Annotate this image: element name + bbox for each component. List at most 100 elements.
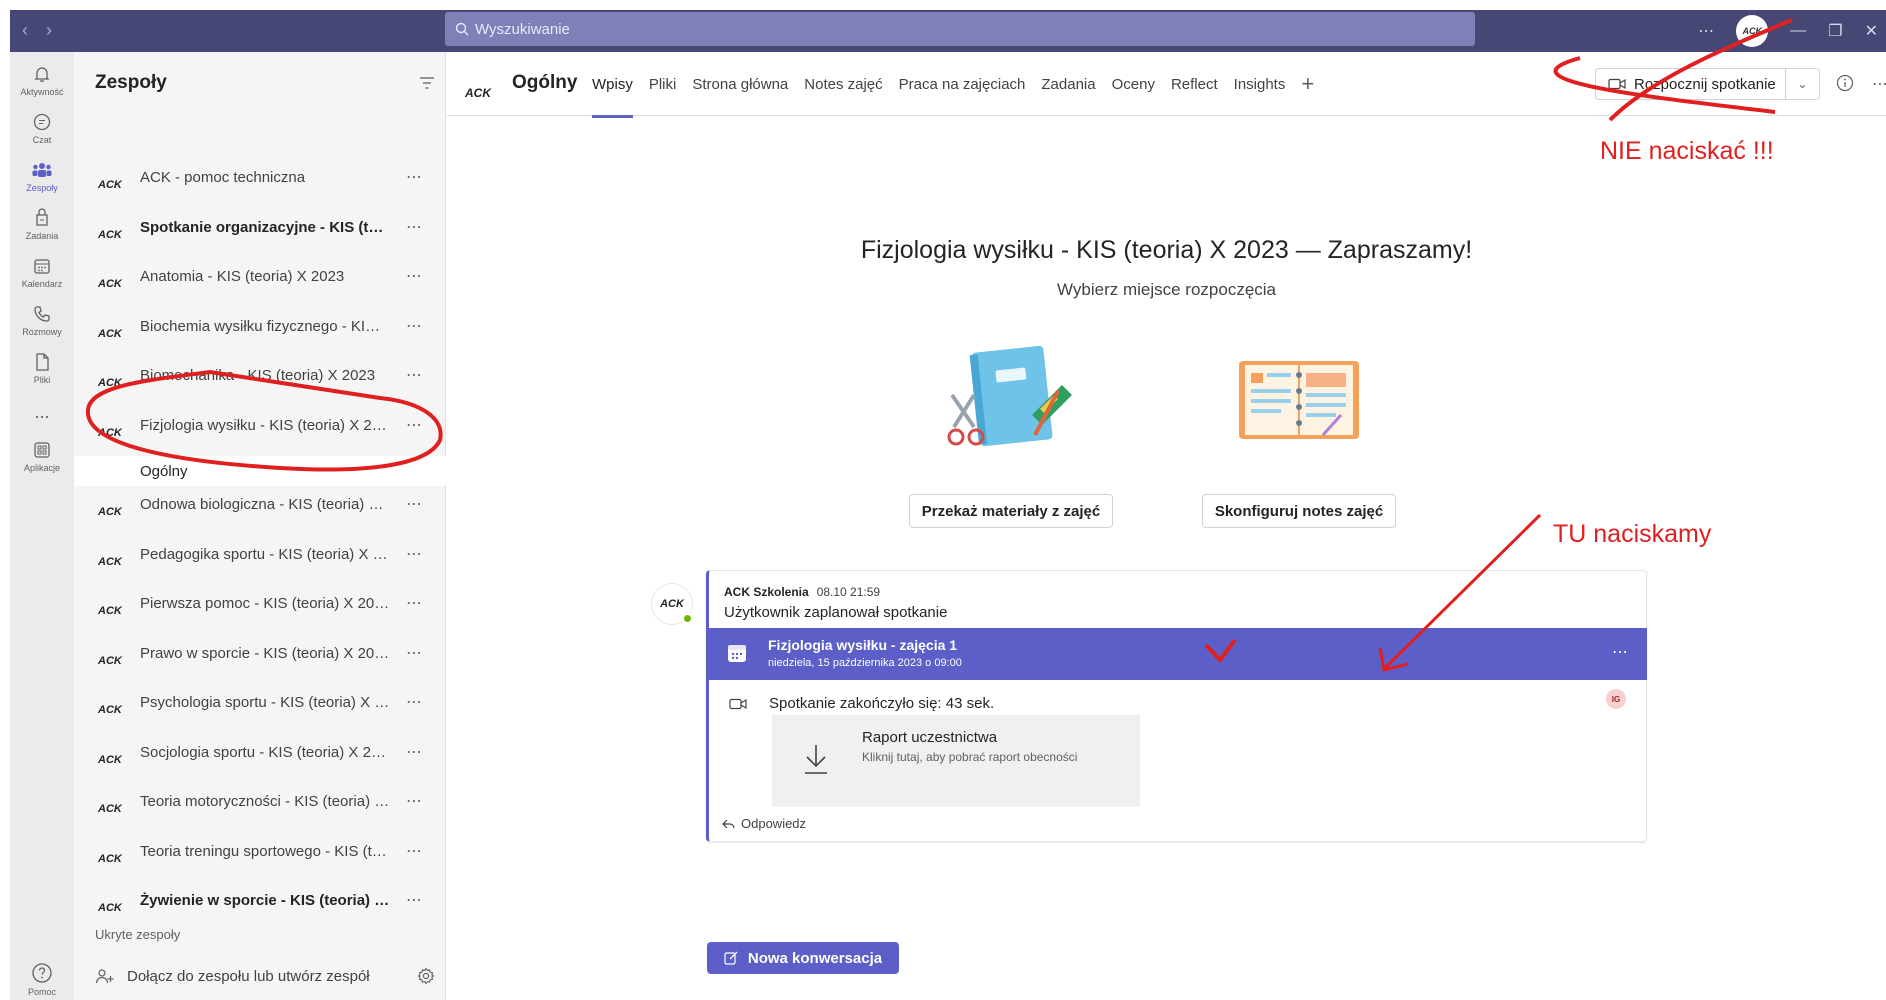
rail-item-activity[interactable]: Aktywność	[10, 64, 74, 97]
team-logo-icon: ACK	[98, 704, 122, 716]
app-rail: Aktywność Czat Zespoły Zadania Kalendarz…	[10, 52, 74, 1000]
search-input[interactable]: Wyszukiwanie	[445, 12, 1475, 46]
team-more-icon[interactable]: ⋯	[406, 544, 423, 564]
team-item[interactable]: ACK Teoria treningu sportowego - KIS (teo…	[74, 827, 446, 875]
setup-notebook-button[interactable]: Skonfiguruj notes zajęć	[1202, 494, 1396, 528]
start-meeting-main[interactable]: Rozpocznij spotkanie	[1596, 76, 1785, 93]
attendance-report-card[interactable]: Raport uczestnictwa Kliknij tutaj, aby p…	[772, 715, 1140, 807]
team-more-icon[interactable]: ⋯	[406, 593, 423, 613]
more-options-icon[interactable]: ⋯	[1872, 74, 1886, 94]
participant-avatar[interactable]: IG	[1606, 689, 1626, 709]
rail-item-chat[interactable]: Czat	[10, 112, 74, 145]
team-logo-icon: ACK	[98, 803, 122, 815]
rail-item-calendar[interactable]: Kalendarz	[10, 256, 74, 289]
team-item[interactable]: ACK Anatomia - KIS (teoria) X 2023 ⋯	[74, 252, 446, 300]
post-text: Użytkownik zaplanował spotkanie	[724, 604, 948, 621]
apps-icon	[34, 442, 50, 458]
team-item[interactable]: ACK Pierwsza pomoc - KIS (teoria) X 2023 ⋯	[74, 579, 446, 627]
report-title: Raport uczestnictwa	[862, 729, 998, 746]
gear-icon[interactable]	[417, 967, 435, 985]
channel-item-general[interactable]: Ogólny	[74, 456, 446, 486]
share-materials-button[interactable]: Przekaż materiały z zajęć	[909, 494, 1113, 528]
back-arrow-icon[interactable]: ‹	[22, 20, 28, 41]
info-icon[interactable]	[1836, 74, 1854, 92]
team-item[interactable]: ACK Prawo w sporcie - KIS (teoria) X 2023…	[74, 629, 446, 677]
team-more-icon[interactable]: ⋯	[406, 217, 423, 237]
calendar-icon	[34, 259, 50, 274]
tab-assignments[interactable]: Zadania	[1041, 76, 1095, 97]
team-more-icon[interactable]: ⋯	[406, 494, 423, 514]
team-item[interactable]: ACK ACK - pomoc techniczna ⋯	[74, 153, 446, 201]
video-camera-icon	[729, 698, 747, 709]
rail-item-teams[interactable]: Zespoły	[10, 160, 74, 193]
team-item[interactable]: ACK Psychologia sportu - KIS (teoria) X 2…	[74, 678, 446, 726]
filter-icon[interactable]	[419, 76, 435, 90]
join-team-row[interactable]: Dołącz do zespołu lub utwórz zespół	[95, 967, 435, 985]
team-item[interactable]: ACK Biochemia wysiłku fizycznego - KIS (t…	[74, 302, 446, 350]
new-conversation-button[interactable]: Nowa konwersacja	[707, 942, 899, 974]
team-more-icon[interactable]: ⋯	[406, 266, 423, 286]
team-more-icon[interactable]: ⋯	[406, 643, 423, 663]
minimize-icon[interactable]: —	[1790, 22, 1806, 40]
start-meeting-button[interactable]: Rozpocznij spotkanie ⌄	[1595, 68, 1820, 100]
presence-available-icon	[682, 613, 693, 624]
team-more-icon[interactable]: ⋯	[406, 890, 423, 910]
team-item[interactable]: ACK Teoria motoryczności - KIS (teoria) X…	[74, 777, 446, 825]
tab-home[interactable]: Strona główna	[692, 76, 788, 97]
video-camera-icon	[1608, 78, 1626, 90]
title-bar: ‹ › Wyszukiwanie ⋯ ACK — ❐ ✕	[10, 10, 1886, 52]
meeting-post: ACK Szkolenia 08.10 21:59 Użytkownik zapl…	[706, 570, 1647, 842]
avatar[interactable]: ACK	[1736, 15, 1769, 47]
team-more-icon[interactable]: ⋯	[406, 841, 423, 861]
close-icon[interactable]: ✕	[1865, 21, 1878, 41]
post-author-avatar: ACK	[651, 583, 693, 625]
team-item[interactable]: ACK Fizjologia wysiłku - KIS (teoria) X 2…	[74, 401, 446, 449]
team-item[interactable]: ACK Żywienie w sporcie - KIS (teoria) X .…	[74, 876, 446, 924]
add-tab-icon[interactable]: +	[1301, 71, 1314, 97]
tab-classwork[interactable]: Praca na zajęciach	[899, 76, 1026, 97]
forward-arrow-icon[interactable]: ›	[46, 20, 52, 41]
team-name: Psychologia sportu - KIS (teoria) X 20..…	[140, 693, 390, 711]
rail-item-help[interactable]: Pomoc	[10, 962, 74, 997]
rail-item-files[interactable]: Pliki	[10, 352, 74, 385]
team-item[interactable]: ACK Odnowa biologiczna - KIS (teoria) X 2…	[74, 480, 446, 528]
team-logo-icon: ACK	[98, 853, 122, 865]
assignments-icon	[36, 208, 48, 226]
reply-button[interactable]: Odpowiedz	[721, 816, 806, 831]
tab-reflect[interactable]: Reflect	[1171, 76, 1218, 97]
tab-files[interactable]: Pliki	[649, 76, 677, 97]
restore-icon[interactable]: ❐	[1828, 21, 1842, 41]
rail-item-more[interactable]: ...	[10, 402, 74, 423]
team-more-icon[interactable]: ⋯	[406, 167, 423, 187]
team-item[interactable]: ACK Pedagogika sportu - KIS (teoria) X 20…	[74, 530, 446, 578]
channel-header: ACK Ogólny Wpisy Pliki Strona główna Not…	[447, 52, 1886, 118]
team-item[interactable]: ACK Spotkanie organizacyjne - KIS (teo...…	[74, 203, 446, 251]
people-add-icon	[95, 969, 114, 984]
nav-arrows: ‹ ›	[22, 20, 52, 41]
team-more-icon[interactable]: ⋯	[406, 742, 423, 762]
file-icon	[36, 353, 49, 371]
tab-posts[interactable]: Wpisy	[592, 76, 633, 118]
meeting-event-card[interactable]: Fizjologia wysiłku - zajęcia 1 niedziela…	[706, 628, 1647, 680]
rail-item-assignments[interactable]: Zadania	[10, 208, 74, 241]
team-item[interactable]: ACK Socjologia sportu - KIS (teoria) X 20…	[74, 728, 446, 776]
team-more-icon[interactable]: ⋯	[406, 791, 423, 811]
tab-insights[interactable]: Insights	[1234, 76, 1286, 97]
rail-item-apps[interactable]: Aplikacje	[10, 440, 74, 473]
team-item[interactable]: ACK Biomechanika - KIS (teoria) X 2023 ⋯	[74, 351, 446, 399]
event-more-icon[interactable]: ⋯	[1612, 642, 1629, 662]
more-options-icon[interactable]: ⋯	[1698, 21, 1714, 41]
chevron-down-icon[interactable]: ⌄	[1785, 69, 1819, 99]
rail-item-calls[interactable]: Rozmowy	[10, 304, 74, 337]
team-name: Biochemia wysiłku fizycznego - KIS (t...	[140, 317, 390, 335]
post-author: ACK Szkolenia	[724, 585, 809, 599]
tab-grades[interactable]: Oceny	[1112, 76, 1155, 97]
meeting-ended-text: Spotkanie zakończyło się: 43 sek.	[769, 695, 995, 712]
tab-class-notebook[interactable]: Notes zajęć	[804, 76, 882, 97]
hidden-teams-label[interactable]: Ukryte zespoły	[95, 927, 180, 942]
team-more-icon[interactable]: ⋯	[406, 365, 423, 385]
team-more-icon[interactable]: ⋯	[406, 415, 423, 435]
team-name: Odnowa biologiczna - KIS (teoria) X 2...	[140, 495, 390, 513]
team-more-icon[interactable]: ⋯	[406, 692, 423, 712]
team-more-icon[interactable]: ⋯	[406, 316, 423, 336]
